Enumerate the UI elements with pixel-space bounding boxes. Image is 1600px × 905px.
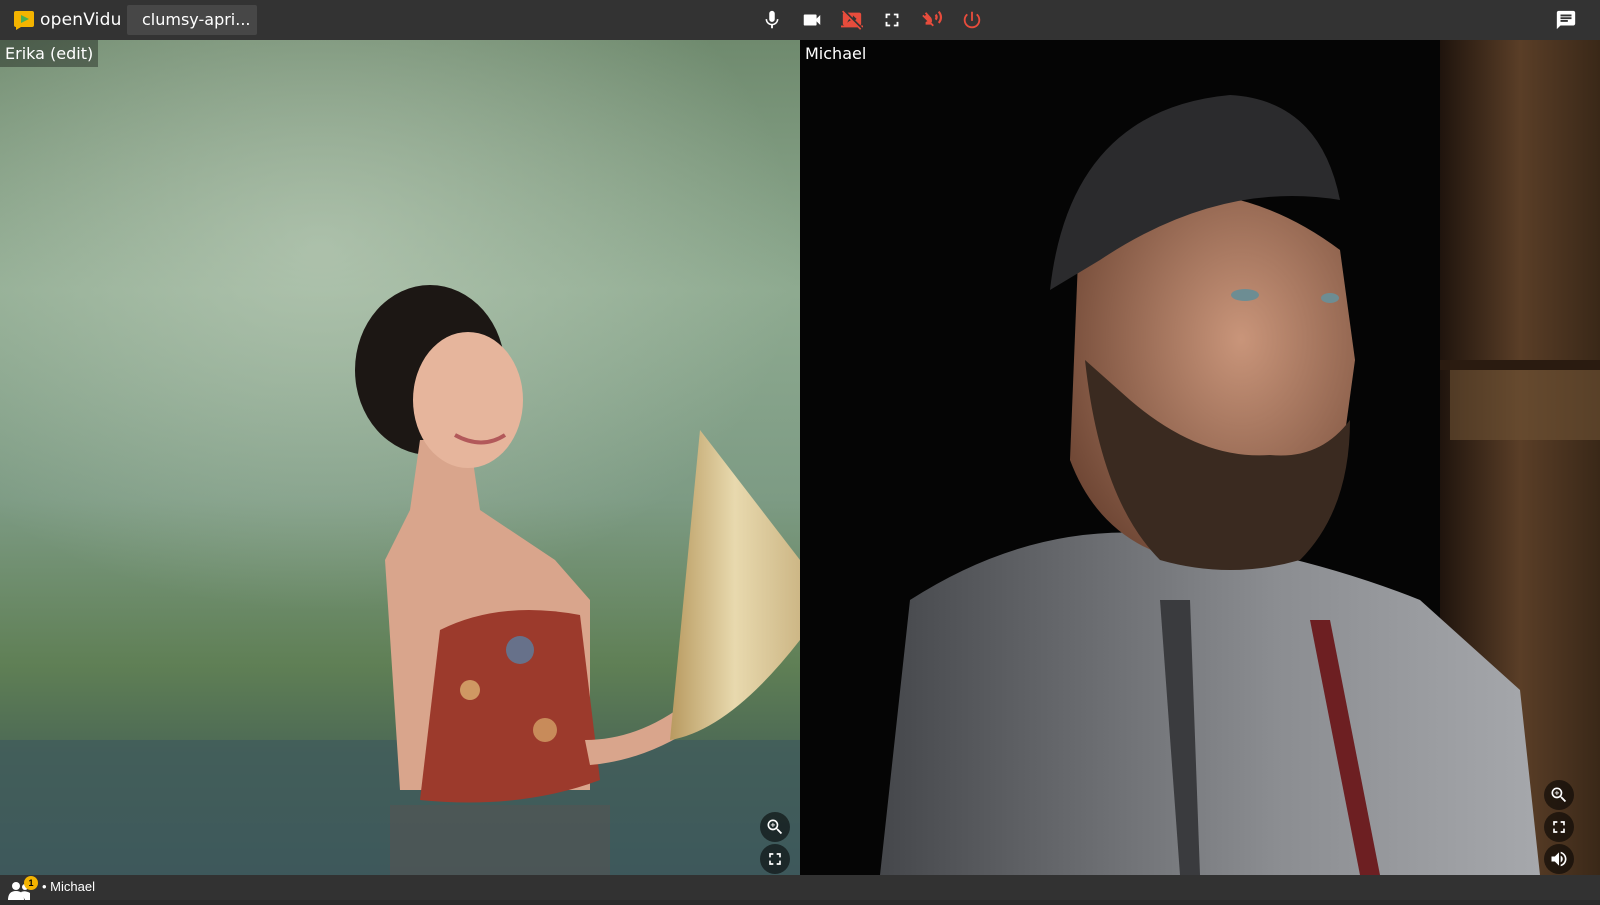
session-name: clumsy-apri...: [127, 5, 257, 35]
volume-up-icon: [1551, 851, 1567, 867]
screen-share-button[interactable]: [838, 6, 866, 34]
fullscreen-button[interactable]: [878, 6, 906, 34]
zoom-in-button[interactable]: [760, 812, 790, 842]
stop-screen-share-icon: [841, 10, 863, 30]
chat-button[interactable]: [1552, 6, 1580, 34]
fullscreen-icon: [769, 853, 781, 865]
mic-button[interactable]: [758, 6, 786, 34]
camera-button[interactable]: [798, 6, 826, 34]
participant-name-tag[interactable]: Michael: [800, 40, 871, 67]
video-fullscreen-button[interactable]: [1544, 812, 1574, 842]
volume-button[interactable]: [1544, 844, 1574, 874]
openvidu-logo-icon: [14, 10, 36, 30]
logo-text: openVidu: [40, 10, 122, 30]
video-frame-man: [800, 40, 1600, 875]
video-stream-michael[interactable]: Michael: [800, 40, 1600, 875]
video-fullscreen-button[interactable]: [760, 844, 790, 874]
microphone-icon: [765, 10, 779, 29]
top-toolbar: openVidu clumsy-apri...: [0, 0, 1600, 40]
footer-participant-name: • Michael: [42, 879, 95, 894]
zoom-in-button[interactable]: [1544, 780, 1574, 810]
openvidu-logo: openVidu: [14, 8, 122, 32]
voice-off-button[interactable]: [918, 6, 946, 34]
zoom-in-icon: [767, 819, 783, 835]
videocam-icon: [803, 14, 821, 26]
status-footer: 1 • Michael: [0, 875, 1600, 900]
power-icon: [963, 11, 981, 29]
video-stage: Erika (edit) Michael: [0, 40, 1600, 875]
zoom-in-icon: [1551, 787, 1567, 803]
participant-name-tag[interactable]: Erika (edit): [0, 40, 99, 67]
video-stream-erika[interactable]: Erika (edit): [0, 40, 800, 875]
leave-session-button[interactable]: [958, 6, 986, 34]
participants-count-badge: 1: [24, 876, 38, 890]
fullscreen-icon: [885, 13, 899, 27]
video-frame-woman: [0, 40, 800, 875]
chat-icon: [1556, 10, 1576, 30]
fullscreen-icon: [1553, 821, 1565, 833]
voice-over-off-icon: [922, 10, 943, 27]
